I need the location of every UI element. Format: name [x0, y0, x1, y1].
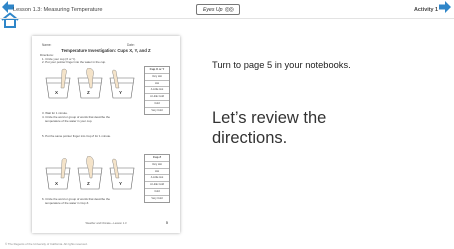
- box1-header: Cup X or Y: [145, 67, 169, 74]
- box2-header: Cup Z: [145, 155, 169, 162]
- next-arrow-icon[interactable]: [439, 1, 451, 13]
- worksheet-name-label: Name:: [42, 43, 52, 47]
- cup-x-label-top: X: [55, 90, 58, 95]
- notebook-instruction: Turn to page 5 in your notebooks.: [212, 60, 351, 70]
- box2-option: Very Cold: [151, 196, 163, 200]
- eyes-up-badge: Eyes Up ◎◎: [196, 4, 240, 15]
- box2-option: Cold: [145, 189, 169, 196]
- header-divider: [0, 18, 454, 19]
- worksheet-title: Temperature Investigation: Cups X, Y, an…: [61, 48, 151, 53]
- box1-option: A Little Hot: [145, 87, 169, 95]
- slide-header: Lesson 1.3: Measuring Temperature Eyes U…: [0, 0, 454, 28]
- box2-option: A Little Hot: [145, 175, 169, 183]
- box1-option: A Little Cold: [145, 94, 169, 101]
- cups-xyz-illustration-top: X Z Y: [45, 68, 135, 99]
- cups-xyz-illustration-bottom: X Z Y: [45, 156, 135, 190]
- box2-option: Hot: [145, 169, 169, 176]
- eyes-icon: ◎◎: [224, 7, 235, 13]
- cup-z-label-top: Z: [87, 90, 90, 95]
- worksheet-step-2: 2. Put your pointer finger into the wate…: [42, 60, 106, 64]
- box1-option: Hot: [145, 81, 169, 88]
- worksheet-page-image: Name: Date: Temperature Investigation: C…: [32, 36, 180, 233]
- worksheet-step-4b: temperature of the water in your cup.: [45, 119, 93, 123]
- lesson-title: Lesson 1.3: Measuring Temperature: [13, 7, 103, 13]
- cup-x-label-bottom: X: [55, 181, 58, 186]
- eyes-up-label: Eyes Up: [202, 6, 223, 13]
- review-directions-text: Let’s review the directions.: [212, 109, 327, 147]
- activity-label: Activity 1: [414, 7, 438, 13]
- worksheet-date-label: Date:: [127, 43, 135, 47]
- box2-option: A Little Cold: [145, 182, 169, 189]
- box2-option: Very Hot: [145, 162, 169, 169]
- worksheet-step-6b: temperature of the water in Cup Z.: [45, 201, 90, 205]
- cup-y-label-top: Y: [119, 90, 122, 95]
- worksheet-step-5: 5. Put the same pointer finger into Cup …: [42, 134, 111, 138]
- home-icon[interactable]: [1, 12, 19, 28]
- box1-option: Very Cold: [151, 108, 163, 112]
- temperature-choices-box-2: Cup Z Very Hot Hot A Little Hot A Little…: [144, 154, 170, 203]
- temperature-choices-box-1: Cup X or Y Very Hot Hot A Little Hot A L…: [144, 66, 170, 115]
- box1-option: Very Hot: [145, 74, 169, 81]
- copyright-notice: © The Regents of the University of Calif…: [5, 242, 88, 246]
- worksheet-footer: Weather and Climate—Lesson 1.3: [85, 222, 127, 225]
- cup-y-label-bottom: Y: [119, 181, 122, 186]
- box1-option: Cold: [145, 101, 169, 108]
- worksheet-page-number: 5: [166, 221, 168, 225]
- cup-z-label-bottom: Z: [87, 181, 90, 186]
